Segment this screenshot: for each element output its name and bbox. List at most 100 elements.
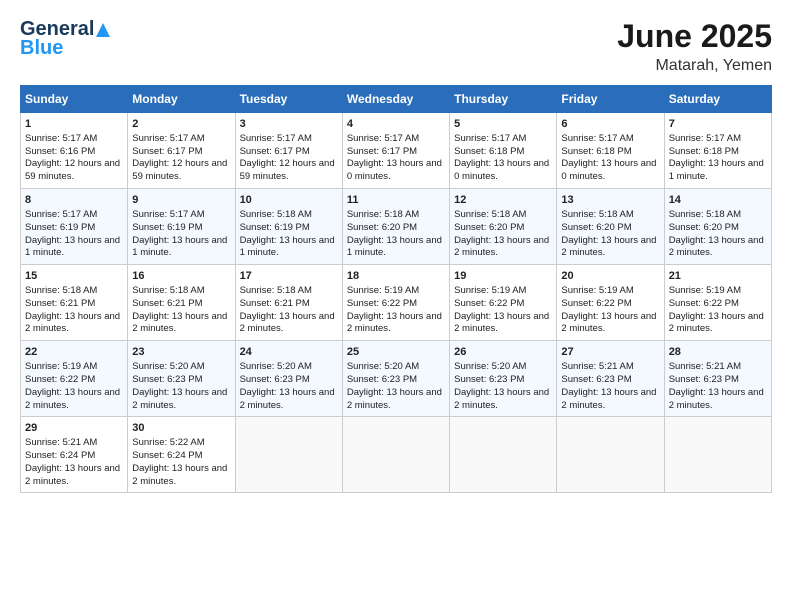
sunrise-text: Sunrise: 5:21 AM — [669, 361, 741, 372]
daylight-label: Daylight: 13 hours and 2 minutes. — [25, 311, 120, 335]
sunset-text: Sunset: 6:21 PM — [132, 298, 202, 309]
sunrise-text: Sunrise: 5:17 AM — [132, 209, 204, 220]
page: General Blue June 2025 Matarah, Yemen Su… — [0, 0, 792, 612]
sunset-text: Sunset: 6:23 PM — [132, 374, 202, 385]
calendar-cell: 1Sunrise: 5:17 AMSunset: 6:16 PMDaylight… — [21, 113, 128, 189]
daylight-label: Daylight: 13 hours and 2 minutes. — [240, 387, 335, 411]
title-block: June 2025 Matarah, Yemen — [617, 18, 772, 75]
sunrise-text: Sunrise: 5:20 AM — [132, 361, 204, 372]
daylight-label: Daylight: 13 hours and 2 minutes. — [669, 311, 764, 335]
calendar-cell: 22Sunrise: 5:19 AMSunset: 6:22 PMDayligh… — [21, 341, 128, 417]
calendar-cell: 7Sunrise: 5:17 AMSunset: 6:18 PMDaylight… — [664, 113, 771, 189]
calendar-header-row: SundayMondayTuesdayWednesdayThursdayFrid… — [21, 86, 772, 113]
sunrise-text: Sunrise: 5:21 AM — [561, 361, 633, 372]
daylight-label: Daylight: 13 hours and 2 minutes. — [561, 311, 656, 335]
daylight-label: Daylight: 12 hours and 59 minutes. — [240, 158, 335, 182]
calendar-cell — [557, 417, 664, 493]
calendar-week-row: 15Sunrise: 5:18 AMSunset: 6:21 PMDayligh… — [21, 265, 772, 341]
daylight-label: Daylight: 13 hours and 1 minute. — [240, 235, 335, 259]
daylight-label: Daylight: 13 hours and 2 minutes. — [561, 235, 656, 259]
calendar-cell: 5Sunrise: 5:17 AMSunset: 6:18 PMDaylight… — [450, 113, 557, 189]
day-number: 26 — [454, 345, 552, 360]
calendar-cell: 23Sunrise: 5:20 AM Sunset: 6:23 PM Dayligh… — [128, 341, 235, 417]
header-monday: Monday — [128, 86, 235, 113]
daylight-label: Daylight: 13 hours and 2 minutes. — [347, 387, 442, 411]
sunrise-text: Sunrise: 5:19 AM — [25, 361, 97, 372]
daylight-label: Daylight: 13 hours and 1 minute. — [669, 158, 764, 182]
day-number: 5 — [454, 117, 552, 132]
sunset-text: Sunset: 6:22 PM — [561, 298, 631, 309]
calendar-cell: 3Sunrise: 5:17 AM Sunset: 6:17 PMDaylight… — [235, 113, 342, 189]
day-number: 28 — [669, 345, 767, 360]
logo-blue: Blue — [20, 37, 63, 60]
sunset-text: Sunset: 6:21 PM — [240, 298, 310, 309]
sunset-text: Sunset: 6:17 PM — [240, 146, 310, 157]
calendar-cell: 2Sunrise: 5:17 AMSunset: 6:17 PMDaylight… — [128, 113, 235, 189]
daylight-label: Daylight: 13 hours and 2 minutes. — [561, 387, 656, 411]
daylight-label: Daylight: 13 hours and 2 minutes. — [454, 311, 549, 335]
day-number: 23 — [132, 345, 230, 360]
sunrise-text: Sunrise: 5:18 AM — [669, 209, 741, 220]
daylight-label: Daylight: 13 hours and 2 minutes. — [132, 387, 227, 411]
sunrise-text: Sunrise: 5:18 AM — [132, 285, 204, 296]
daylight-label: Daylight: 13 hours and 1 minute. — [347, 235, 442, 259]
logo-triangle-icon — [96, 23, 110, 37]
sunrise-text: Sunrise: 5:17 AM — [347, 133, 419, 144]
day-number: 29 — [25, 421, 123, 436]
calendar-cell: 6Sunrise: 5:17 AMSunset: 6:18 PMDaylight… — [557, 113, 664, 189]
sunrise-text: Sunrise: 5:22 AM — [132, 437, 204, 448]
sunset-text: Sunset: 6:17 PM — [132, 146, 202, 157]
calendar-cell: 24Sunrise: 5:20 AMSunset: 6:23 PMDayligh… — [235, 341, 342, 417]
sunrise-text: Sunrise: 5:19 AM — [561, 285, 633, 296]
logo: General Blue — [20, 18, 110, 60]
sunrise-text: Sunrise: 5:19 AM — [347, 285, 419, 296]
day-number: 14 — [669, 193, 767, 208]
sunset-text: Sunset: 6:20 PM — [669, 222, 739, 233]
calendar-cell — [342, 417, 449, 493]
daylight-label: Daylight: 13 hours and 2 minutes. — [132, 311, 227, 335]
sunset-text: Sunset: 6:24 PM — [132, 450, 202, 461]
daylight-label: Daylight: 13 hours and 2 minutes. — [347, 311, 442, 335]
day-number: 17 — [240, 269, 338, 284]
header: General Blue June 2025 Matarah, Yemen — [20, 18, 772, 75]
daylight-label: Daylight: 13 hours and 2 minutes. — [240, 311, 335, 335]
sunset-text: Sunset: 6:19 PM — [25, 222, 95, 233]
page-title: June 2025 — [617, 18, 772, 55]
calendar-table: SundayMondayTuesdayWednesdayThursdayFrid… — [20, 85, 772, 493]
calendar-week-row: 1Sunrise: 5:17 AMSunset: 6:16 PMDaylight… — [21, 113, 772, 189]
sunset-text: Sunset: 6:22 PM — [347, 298, 417, 309]
sunrise-text: Sunrise: 5:17 AM — [132, 133, 204, 144]
daylight-label: Daylight: 13 hours and 2 minutes. — [25, 387, 120, 411]
sunrise-text: Sunrise: 5:17 AM — [240, 133, 312, 144]
calendar-cell: 18Sunrise: 5:19 AM Sunset: 6:22 PM Dayligh… — [342, 265, 449, 341]
calendar-cell: 20Sunrise: 5:19 AM Sunset: 6:22 PM Dayligh… — [557, 265, 664, 341]
calendar-cell: 30Sunrise: 5:22 AMSunset: 6:24 PMDayligh… — [128, 417, 235, 493]
day-number: 18 — [347, 269, 445, 284]
day-number: 10 — [240, 193, 338, 208]
calendar-cell: 11Sunrise: 5:18 AMSunset: 6:20 PMDayligh… — [342, 189, 449, 265]
sunset-text: Sunset: 6:16 PM — [25, 146, 95, 157]
day-number: 3 — [240, 117, 338, 132]
day-number: 1 — [25, 117, 123, 132]
day-number: 9 — [132, 193, 230, 208]
sunset-text: Sunset: 6:18 PM — [454, 146, 524, 157]
sunrise-text: Sunrise: 5:17 AM — [25, 133, 97, 144]
daylight-label: Daylight: 13 hours and 2 minutes. — [669, 387, 764, 411]
sunset-text: Sunset: 6:23 PM — [669, 374, 739, 385]
sunrise-text: Sunrise: 5:18 AM — [240, 285, 312, 296]
sunrise-text: Sunrise: 5:19 AM — [669, 285, 741, 296]
day-number: 6 — [561, 117, 659, 132]
sunrise-text: Sunrise: 5:18 AM — [454, 209, 526, 220]
calendar-cell: 14Sunrise: 5:18 AMSunset: 6:20 PMDayligh… — [664, 189, 771, 265]
sunrise-text: Sunrise: 5:21 AM — [25, 437, 97, 448]
calendar-week-row: 8Sunrise: 5:17 AMSunset: 6:19 PMDaylight… — [21, 189, 772, 265]
sunrise-text: Sunrise: 5:19 AM — [454, 285, 526, 296]
sunset-text: Sunset: 6:23 PM — [454, 374, 524, 385]
sunrise-text: Sunrise: 5:18 AM — [561, 209, 633, 220]
sunset-text: Sunset: 6:22 PM — [454, 298, 524, 309]
day-number: 20 — [561, 269, 659, 284]
sunset-text: Sunset: 6:22 PM — [669, 298, 739, 309]
calendar-cell — [235, 417, 342, 493]
calendar-cell: 17Sunrise: 5:18 AM Sunset: 6:21 PM Dayligh… — [235, 265, 342, 341]
daylight-label: Daylight: 13 hours and 1 minute. — [132, 235, 227, 259]
